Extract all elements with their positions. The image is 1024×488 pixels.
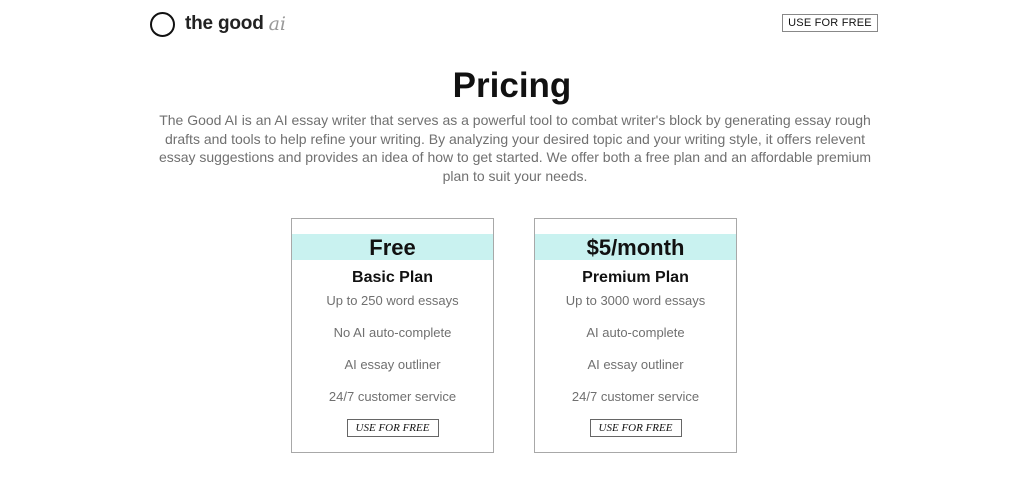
pricing-card-free: Free Basic Plan Up to 250 word essays No… <box>291 218 494 453</box>
logo-circle-icon <box>150 11 175 37</box>
use-for-free-premium-button[interactable]: USE FOR FREE <box>589 419 682 437</box>
plan-feature: No AI auto-complete <box>333 325 452 340</box>
plan-feature: AI essay outliner <box>587 357 684 372</box>
plan-feature: 24/7 customer service <box>571 389 700 404</box>
plan-feature: Up to 250 word essays <box>326 293 459 308</box>
logo-text: the good <box>185 13 264 34</box>
plan-price: Free <box>292 234 493 260</box>
page-title: Pricing <box>452 66 572 105</box>
plan-feature: AI auto-complete <box>586 325 685 340</box>
use-for-free-basic-button[interactable]: USE FOR FREE <box>346 419 439 437</box>
plan-feature: AI essay outliner <box>344 357 441 372</box>
pricing-card-premium: $5/month Premium Plan Up to 3000 word es… <box>534 218 737 453</box>
plan-name: Premium Plan <box>582 269 689 286</box>
intro-paragraph: The Good AI is an AI essay writer that s… <box>158 112 872 184</box>
plan-feature: Up to 3000 word essays <box>565 293 706 308</box>
plan-feature: 24/7 customer service <box>328 389 457 404</box>
logo-ai-text: ai <box>268 13 287 35</box>
plan-name: Basic Plan <box>352 269 433 286</box>
logo[interactable]: the good ai <box>150 11 286 37</box>
use-for-free-header-button[interactable]: USE FOR FREE <box>782 14 878 32</box>
plan-price: $5/month <box>535 234 736 260</box>
